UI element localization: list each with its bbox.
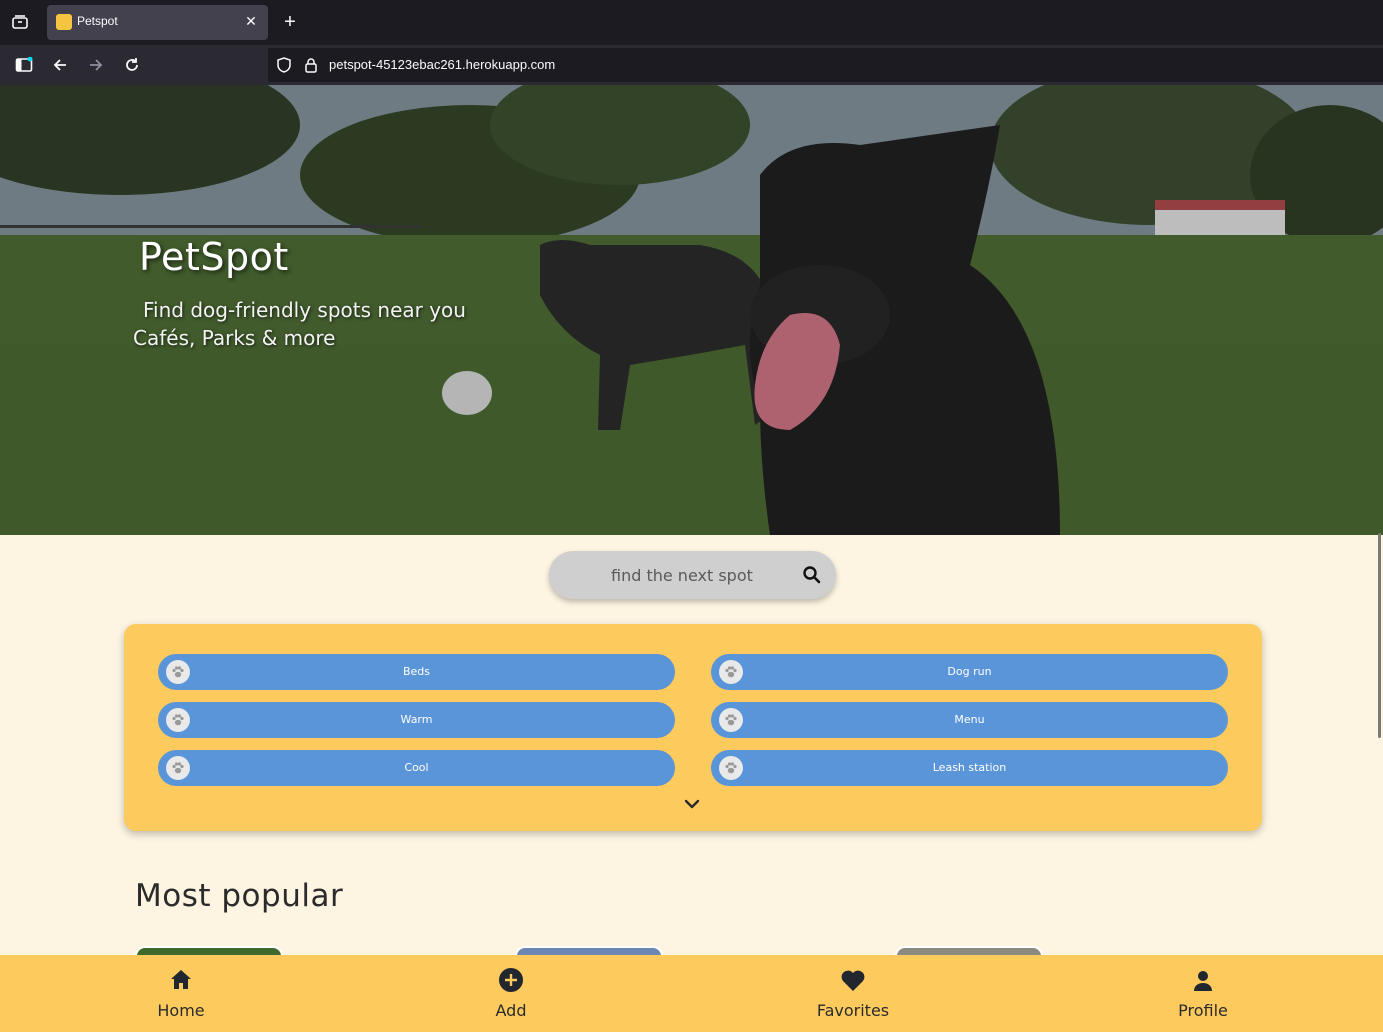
bottom-nav: Home Add Favorites Profile	[0, 955, 1383, 1032]
filter-chip-warm[interactable]: Warm	[158, 702, 675, 738]
nav-home-label: Home	[157, 1001, 205, 1020]
user-icon	[1194, 971, 1212, 991]
hero-subtitle-line1: Find dog-friendly spots near you	[143, 298, 466, 322]
new-tab-icon[interactable]: +	[280, 11, 300, 33]
hero-title: PetSpot	[139, 235, 289, 279]
filter-chip-label: Warm	[400, 713, 433, 726]
home-icon	[171, 970, 191, 989]
hero-banner: PetSpot Find dog-friendly spots near you…	[0, 85, 1383, 535]
shield-icon[interactable]	[276, 57, 292, 77]
filter-chip-label: Menu	[954, 713, 985, 726]
filter-chip-menu[interactable]: Menu	[711, 702, 1228, 738]
nav-profile-button[interactable]: Profile	[1143, 967, 1263, 1027]
filter-chip-label: Dog run	[947, 665, 992, 678]
filter-chip-dog-run[interactable]: Dog run	[711, 654, 1228, 690]
browser-tab-bar: Petspot ✕ +	[0, 0, 1383, 45]
browser-tab[interactable]: Petspot ✕	[47, 5, 268, 40]
sidebar-toggle-icon[interactable]	[12, 53, 36, 77]
reload-icon[interactable]	[120, 53, 144, 77]
forward-icon[interactable]	[84, 53, 108, 77]
filter-chip-label: Beds	[402, 665, 431, 678]
browser-nav-bar: petspot-45123ebac261.herokuapp.com	[0, 45, 1383, 85]
petspot-favicon-icon	[56, 14, 72, 30]
chevron-down-icon[interactable]	[684, 796, 700, 810]
close-tab-icon[interactable]: ✕	[242, 12, 260, 32]
filter-chip-leash-station[interactable]: Leash station	[711, 750, 1228, 786]
search-icon[interactable]	[802, 565, 822, 585]
nav-add-label: Add	[495, 1001, 527, 1020]
nav-favorites-label: Favorites	[816, 1001, 890, 1020]
url-bar[interactable]: petspot-45123ebac261.herokuapp.com	[268, 48, 1383, 82]
filter-chip-cool[interactable]: Cool	[158, 750, 675, 786]
nav-profile-label: Profile	[1178, 1001, 1228, 1020]
url-text[interactable]: petspot-45123ebac261.herokuapp.com	[329, 57, 555, 72]
tab-title: Petspot	[77, 14, 118, 28]
scrollbar-thumb[interactable]	[1378, 533, 1381, 738]
heart-icon	[841, 970, 865, 991]
page-scrollbar[interactable]	[1376, 85, 1383, 955]
search-bar	[549, 551, 836, 599]
back-icon[interactable]	[48, 53, 72, 77]
filter-panel: Beds Warm Cool Dog run Menu Leash statio…	[124, 624, 1262, 831]
add-circle-icon	[499, 968, 523, 992]
filter-chip-label: Cool	[404, 761, 429, 774]
nav-home-button[interactable]: Home	[121, 967, 241, 1027]
filter-chip-label: Leash station	[932, 761, 1007, 774]
nav-favorites-button[interactable]: Favorites	[793, 967, 913, 1027]
filter-chip-beds[interactable]: Beds	[158, 654, 675, 690]
nav-add-button[interactable]: Add	[451, 967, 571, 1027]
hero-subtitle-line2: Cafés, Parks & more	[133, 326, 336, 350]
tab-list-icon[interactable]	[8, 11, 32, 33]
section-title-most-popular: Most popular	[135, 878, 344, 914]
search-input[interactable]	[589, 563, 789, 587]
lock-icon[interactable]	[304, 57, 318, 77]
